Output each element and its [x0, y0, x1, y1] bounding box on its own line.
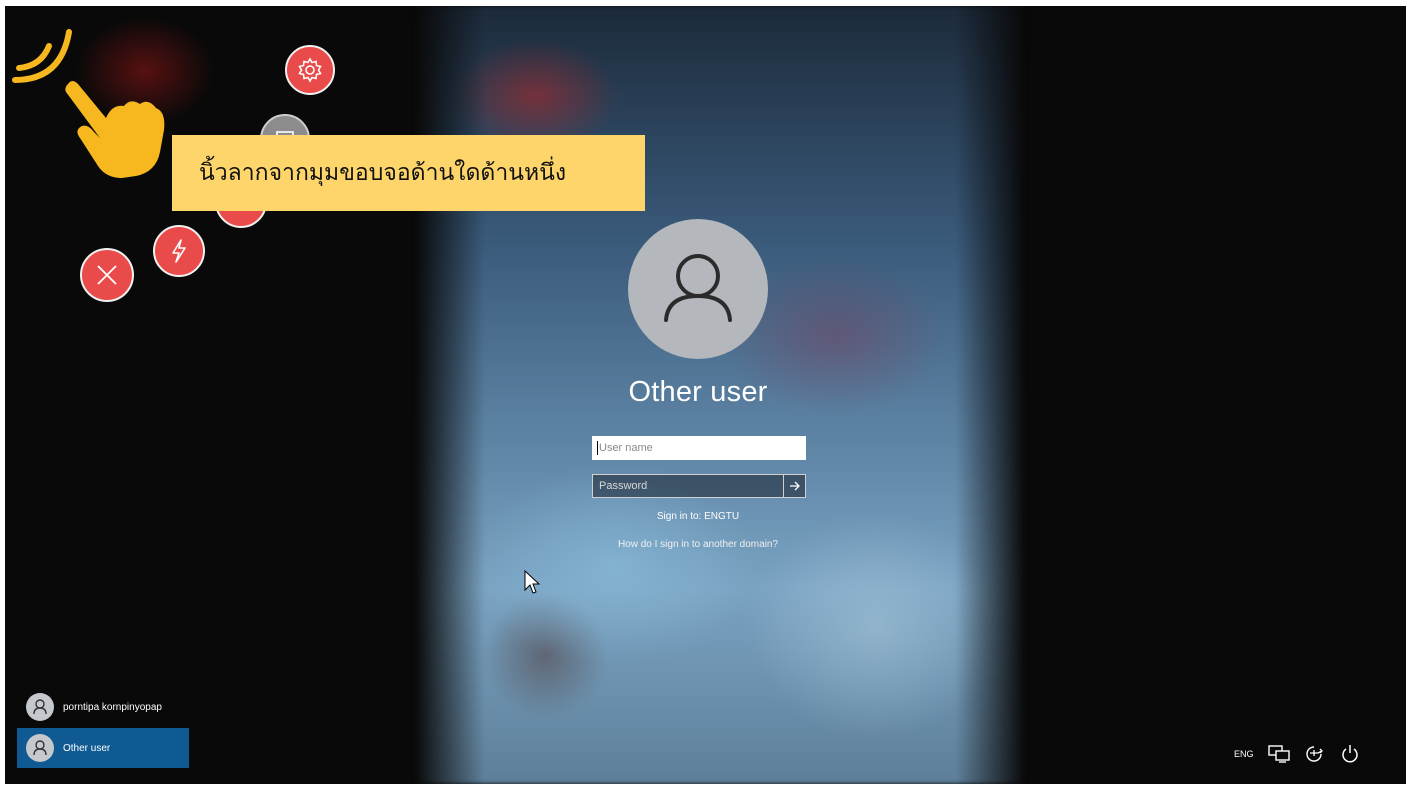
user-name: porntipa kornpinyopap — [63, 701, 162, 713]
close-icon — [97, 265, 117, 285]
arrow-right-icon — [789, 481, 800, 491]
gear-icon — [298, 57, 322, 83]
user-avatar — [628, 219, 768, 359]
login-title: Other user — [628, 376, 768, 408]
close-bubble[interactable] — [80, 248, 134, 302]
user-icon — [33, 740, 47, 756]
instruction-text: นิ้วลากจากมุมขอบจอด้านใดด้านหนึ่ง — [199, 159, 567, 185]
mouse-cursor-icon — [524, 570, 540, 594]
username-input[interactable] — [592, 436, 806, 460]
password-input[interactable] — [592, 474, 784, 498]
sign-in-domain-text: Sign in to: ENGTU — [656, 511, 740, 522]
user-list-item-selected[interactable]: Other user — [17, 728, 189, 768]
language-indicator[interactable]: ENG — [1234, 749, 1254, 759]
avatar — [26, 693, 54, 721]
user-list-item[interactable]: porntipa kornpinyopap — [26, 692, 162, 722]
user-name: Other user — [63, 742, 111, 754]
instruction-banner: นิ้วลากจากมุมขอบจอด้านใดด้านหนึ่ง — [172, 135, 645, 211]
power-bubble[interactable] — [153, 225, 205, 277]
another-domain-link[interactable]: How do I sign in to another domain? — [548, 539, 848, 550]
user-icon — [664, 254, 732, 322]
network-icon[interactable] — [1267, 745, 1290, 763]
system-tray: ENG — [1234, 744, 1374, 764]
submit-button[interactable] — [784, 474, 806, 498]
bolt-icon — [172, 239, 186, 263]
ease-of-access-icon[interactable] — [1304, 744, 1326, 764]
power-icon[interactable] — [1340, 744, 1360, 764]
avatar — [26, 734, 54, 762]
text-caret — [597, 441, 598, 455]
user-icon — [33, 699, 47, 715]
settings-bubble[interactable] — [285, 45, 335, 95]
pointing-hand-icon — [65, 81, 165, 178]
